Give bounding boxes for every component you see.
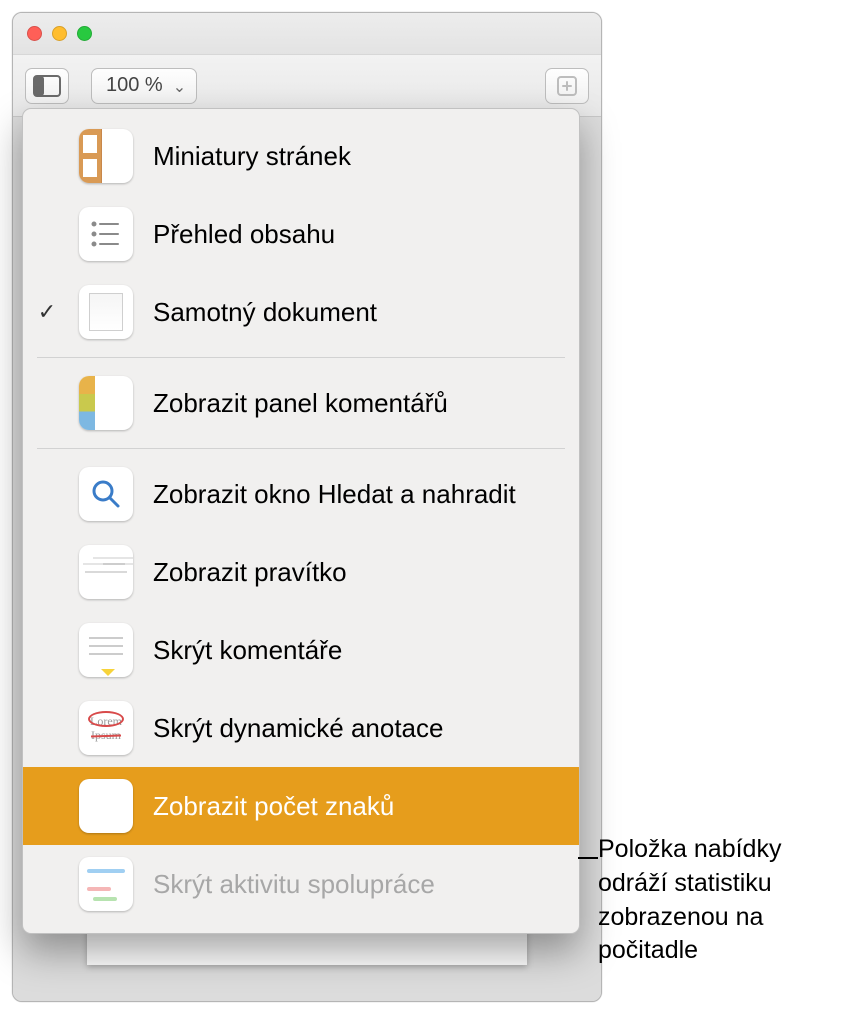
menu-item-label: Skrýt komentáře: [153, 635, 557, 666]
annotations-icon: LoremIpsum: [79, 701, 133, 755]
menu-item-show-comments-panel[interactable]: Zobrazit panel komentářů: [23, 364, 579, 442]
menu-item-hide-smart-annotations[interactable]: LoremIpsum Skrýt dynamické anotace: [23, 689, 579, 767]
plus-page-icon: [555, 76, 579, 96]
menu-item-label: Skrýt aktivitu spolupráce: [153, 869, 557, 900]
menu-item-document-only[interactable]: ✓ Samotný dokument: [23, 273, 579, 351]
menu-item-hide-collaboration-activity: Skrýt aktivitu spolupráce: [23, 845, 579, 923]
toc-icon: [79, 207, 133, 261]
menu-item-label: Zobrazit počet znaků: [153, 791, 557, 822]
note-icon: [79, 623, 133, 677]
menu-separator: [37, 448, 565, 449]
close-window-button[interactable]: [27, 26, 42, 41]
menu-item-table-of-contents[interactable]: Přehled obsahu: [23, 195, 579, 273]
menu-item-page-thumbnails[interactable]: Miniatury stránek: [23, 117, 579, 195]
minimize-window-button[interactable]: [52, 26, 67, 41]
menu-item-label: Samotný dokument: [153, 297, 557, 328]
titlebar: [13, 13, 601, 55]
comments-panel-icon: [79, 376, 133, 430]
menu-item-label: Miniatury stránek: [153, 141, 557, 172]
menu-item-label: Zobrazit panel komentářů: [153, 388, 557, 419]
callout-text: Položka nabídky odráží statistiku zobraz…: [598, 833, 848, 968]
insert-button[interactable]: [545, 68, 589, 104]
callout-leader-line: [578, 857, 598, 859]
checkmark-icon: ✓: [35, 299, 59, 325]
view-menu-button[interactable]: [25, 68, 69, 104]
zoom-window-button[interactable]: [77, 26, 92, 41]
menu-item-label: Zobrazit pravítko: [153, 557, 557, 588]
menu-item-show-ruler[interactable]: Zobrazit pravítko: [23, 533, 579, 611]
thumbnails-icon: [79, 129, 133, 183]
menu-item-show-character-count[interactable]: 42 Zobrazit počet znaků: [23, 767, 579, 845]
ruler-icon: [79, 545, 133, 599]
menu-separator: [37, 357, 565, 358]
document-only-icon: [79, 285, 133, 339]
char-count-icon: 42: [79, 779, 133, 833]
zoom-dropdown[interactable]: 100 % ⌄: [91, 68, 197, 104]
sidebar-icon: [33, 75, 61, 97]
search-icon: [79, 467, 133, 521]
menu-item-label: Skrýt dynamické anotace: [153, 713, 557, 744]
zoom-value: 100 %: [106, 74, 163, 97]
chevron-down-icon: ⌄: [173, 77, 186, 97]
menu-item-hide-comments[interactable]: Skrýt komentáře: [23, 611, 579, 689]
window-controls: [27, 26, 92, 41]
char-count-badge-value: 42: [94, 793, 118, 819]
menu-item-label: Zobrazit okno Hledat a nahradit: [153, 479, 557, 510]
view-menu: Miniatury stránek Přehled obsahu ✓ Samot…: [22, 108, 580, 934]
collab-icon: [79, 857, 133, 911]
menu-item-show-find-replace[interactable]: Zobrazit okno Hledat a nahradit: [23, 455, 579, 533]
menu-item-label: Přehled obsahu: [153, 219, 557, 250]
